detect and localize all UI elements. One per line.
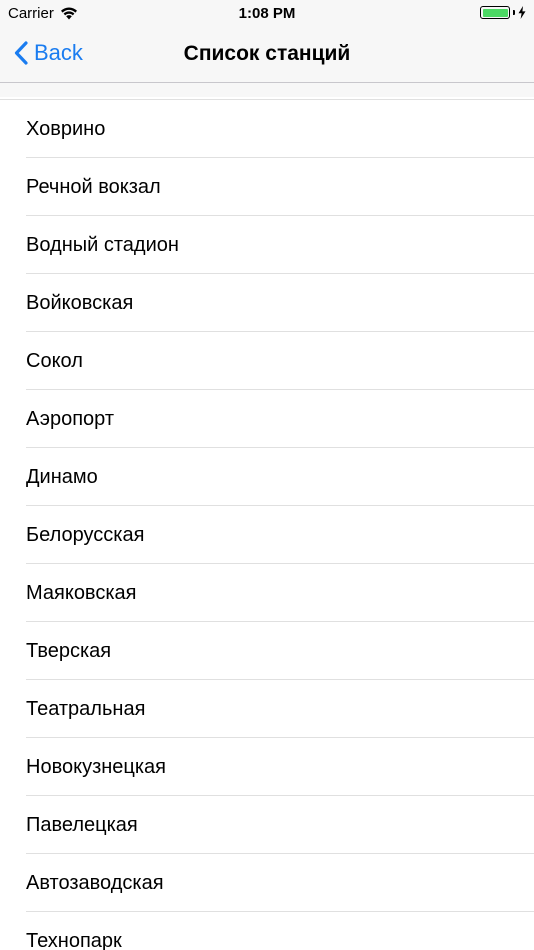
charging-bolt-icon <box>518 6 526 19</box>
nav-bar-spacer <box>0 83 534 97</box>
screen: Carrier 1:08 PM Back Список станций Ховр… <box>0 0 534 950</box>
battery-fill <box>482 8 508 17</box>
station-name: Технопарк <box>26 929 122 950</box>
station-name: Автозаводская <box>26 871 164 894</box>
station-name: Сокол <box>26 349 83 372</box>
station-name: Тверская <box>26 639 112 662</box>
station-row[interactable]: Войковская <box>0 274 534 332</box>
station-name: Ховрино <box>26 117 106 140</box>
status-time: 1:08 PM <box>238 5 296 22</box>
battery-icon <box>480 6 510 19</box>
station-row[interactable]: Театральная <box>0 680 534 738</box>
station-name: Аэропорт <box>26 407 115 430</box>
station-name: Войковская <box>26 291 134 314</box>
station-name: Павелецкая <box>26 813 138 836</box>
station-name: Новокузнецкая <box>26 755 166 778</box>
station-list: Ховрино Речной вокзал Водный стадион Войков… <box>0 99 534 950</box>
status-bar: Carrier 1:08 PM <box>0 0 534 28</box>
navigation-bar: Back Список станций <box>0 28 534 83</box>
station-row[interactable]: Новокузнецкая <box>0 738 534 796</box>
station-row[interactable]: Маяковская <box>0 564 534 622</box>
station-row[interactable]: Павелецкая <box>0 796 534 854</box>
station-row[interactable]: Автозаводская <box>0 854 534 912</box>
battery-cap <box>513 10 515 15</box>
station-row[interactable]: Белорусская <box>0 506 534 564</box>
station-name: Белорусская <box>26 523 145 546</box>
station-name: Динамо <box>26 465 98 488</box>
station-row[interactable]: Ховрино <box>0 100 534 158</box>
station-row[interactable]: Динамо <box>0 448 534 506</box>
station-row[interactable]: Водный стадион <box>0 216 534 274</box>
page-title: Список станций <box>183 42 351 65</box>
station-row[interactable]: Сокол <box>0 332 534 390</box>
station-name: Театральная <box>26 697 146 720</box>
station-name: Маяковская <box>26 581 137 604</box>
station-row[interactable]: Аэропорт <box>0 390 534 448</box>
battery-indicator <box>480 6 526 19</box>
station-name: Водный стадион <box>26 233 179 256</box>
station-row[interactable]: Технопарк <box>0 912 534 950</box>
station-row[interactable]: Тверская <box>0 622 534 680</box>
station-name: Речной вокзал <box>26 175 161 198</box>
station-row[interactable]: Речной вокзал <box>0 158 534 216</box>
